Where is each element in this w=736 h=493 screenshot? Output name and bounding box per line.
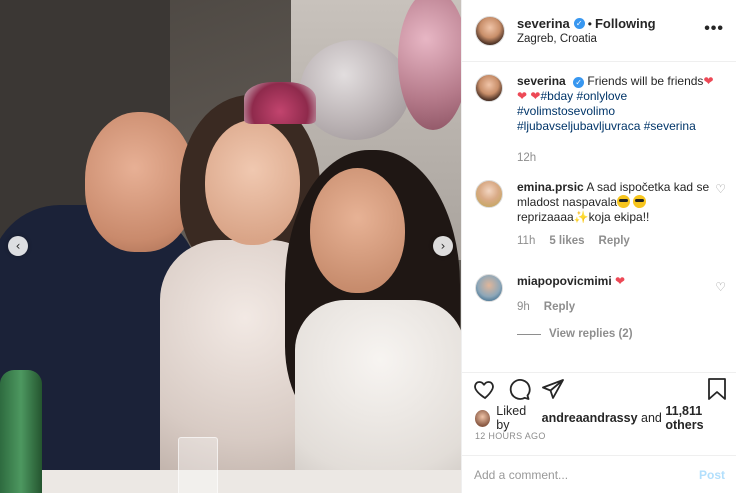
- caption-time[interactable]: 12h: [517, 152, 536, 164]
- commenter-avatar[interactable]: [475, 180, 503, 208]
- comment-time[interactable]: 11h: [517, 235, 535, 247]
- author-avatar[interactable]: [475, 15, 505, 46]
- caption-avatar[interactable]: [475, 74, 503, 102]
- post-location[interactable]: Zagreb, Croatia: [517, 33, 656, 45]
- liked-by-prefix: Liked by: [496, 404, 527, 432]
- like-comment-icon[interactable]: ♡: [715, 280, 726, 294]
- sunglasses-emoji-icon: [617, 195, 631, 208]
- comments-list[interactable]: severina ✓ Friends will be friends❤ ❤ ❤#…: [462, 62, 736, 372]
- chevron-right-icon: ›: [440, 239, 446, 253]
- caption-username[interactable]: severina: [517, 74, 566, 88]
- comment-text: reprizaaaa: [517, 210, 574, 224]
- comment-likes[interactable]: 5 likes: [549, 235, 584, 247]
- heart-emoji-icon: ❤: [615, 274, 626, 288]
- comment-input[interactable]: [474, 467, 699, 482]
- balloon-clear: [300, 40, 410, 140]
- liked-by-and: and: [641, 411, 662, 425]
- tiara: [244, 82, 316, 124]
- sunglasses-emoji-icon: [633, 195, 647, 208]
- caption: severina ✓ Friends will be friends❤ ❤ ❤#…: [475, 74, 730, 164]
- verified-badge-icon: ✓: [573, 18, 585, 29]
- more-options-icon[interactable]: •••: [704, 20, 724, 38]
- right-woman-top: [295, 300, 461, 493]
- reply-button[interactable]: Reply: [599, 235, 630, 247]
- view-replies-label: View replies (2): [549, 328, 633, 340]
- bottle: [0, 370, 42, 493]
- save-bookmark-icon[interactable]: [707, 377, 727, 404]
- post-comment-button[interactable]: Post: [699, 468, 725, 482]
- next-photo-button[interactable]: ›: [433, 236, 453, 256]
- heart-emoji-icon: ❤: [517, 89, 528, 103]
- commenter-username[interactable]: emina.prsic: [517, 180, 584, 194]
- hashtag-link[interactable]: #ljubavseljubavljuvraca: [517, 119, 640, 133]
- share-icon[interactable]: [541, 377, 565, 404]
- like-comment-icon[interactable]: ♡: [715, 182, 726, 196]
- man-head: [85, 112, 195, 252]
- liked-by: Liked by andreaandrassy and 11,811 other…: [475, 404, 736, 432]
- add-comment-bar: Post: [462, 455, 736, 493]
- table: [0, 470, 461, 493]
- right-woman-face: [310, 168, 405, 293]
- view-replies-button[interactable]: View replies (2): [517, 328, 633, 340]
- comment-icon[interactable]: [507, 377, 531, 404]
- sparkles-emoji-icon: ✨: [573, 210, 589, 224]
- hashtag-link[interactable]: #bday: [540, 89, 573, 103]
- heart-emoji-icon: ❤: [530, 89, 541, 103]
- replies-divider: [517, 333, 541, 335]
- heart-emoji-icon: ❤: [703, 74, 714, 88]
- post-timestamp[interactable]: 12 HOURS AGO: [475, 431, 546, 441]
- post-header: severina ✓ • Following Zagreb, Croatia •…: [462, 0, 736, 62]
- glass: [178, 437, 218, 493]
- comment-item: miapopovicmimi ❤ ♡ 9h Reply: [475, 274, 730, 313]
- commenter-avatar[interactable]: [475, 274, 503, 302]
- reply-button[interactable]: Reply: [544, 301, 575, 313]
- liker-avatar[interactable]: [475, 409, 491, 427]
- post-sidebar: severina ✓ • Following Zagreb, Croatia •…: [461, 0, 736, 493]
- comment-time[interactable]: 9h: [517, 301, 530, 313]
- like-icon[interactable]: [473, 377, 497, 404]
- post-actions: [462, 372, 736, 404]
- following-button[interactable]: Following: [595, 16, 656, 31]
- hashtag-link[interactable]: #severina: [644, 119, 696, 133]
- separator-dot: •: [587, 16, 592, 31]
- previous-photo-button[interactable]: ‹: [8, 236, 28, 256]
- caption-text: Friends will be friends: [587, 74, 704, 88]
- post-photo[interactable]: ‹ ›: [0, 0, 461, 493]
- comment-text: koja ekipa!!: [588, 210, 650, 224]
- hashtag-link[interactable]: #onlylove: [577, 89, 628, 103]
- likes-count-link[interactable]: 11,811 others: [665, 404, 736, 432]
- chevron-left-icon: ‹: [15, 239, 21, 253]
- comment-item: emina.prsic A sad ispočetka kad se mlado…: [475, 180, 730, 247]
- hashtag-link[interactable]: #volimstosevolimo: [517, 104, 615, 118]
- liker-username[interactable]: andreaandrassy: [542, 411, 638, 425]
- center-woman-face: [205, 120, 300, 245]
- verified-badge-icon: ✓: [573, 77, 585, 88]
- commenter-username[interactable]: miapopovicmimi: [517, 274, 612, 288]
- author-username[interactable]: severina: [517, 16, 570, 31]
